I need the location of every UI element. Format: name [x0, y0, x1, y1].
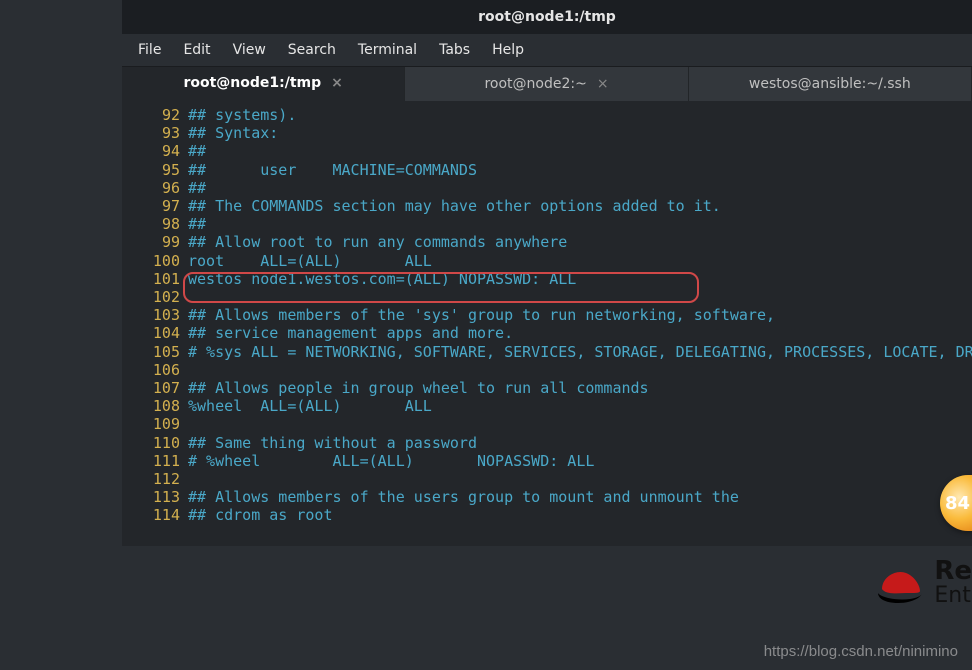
editor-line: 97## The COMMANDS section may have other… — [122, 197, 972, 215]
menu-edit[interactable]: Edit — [173, 38, 220, 62]
editor-line: 98## — [122, 215, 972, 233]
line-number: 92 — [122, 106, 188, 124]
logo-line2: Ent — [934, 584, 972, 608]
line-number: 104 — [122, 324, 188, 342]
close-icon[interactable]: × — [331, 75, 343, 91]
line-number: 95 — [122, 161, 188, 179]
editor-line: 92## systems). — [122, 106, 972, 124]
menu-tabs[interactable]: Tabs — [429, 38, 480, 62]
editor-line: 113## Allows members of the users group … — [122, 488, 972, 506]
editor-line: 96## — [122, 179, 972, 197]
line-number: 94 — [122, 142, 188, 160]
editor-line: 114## cdrom as root — [122, 506, 972, 524]
line-number: 114 — [122, 506, 188, 524]
editor-line: 111# %wheel ALL=(ALL) NOPASSWD: ALL — [122, 452, 972, 470]
editor-line: 93## Syntax: — [122, 124, 972, 142]
line-content: ## Allows members of the 'sys' group to … — [188, 306, 775, 324]
line-content: westos node1.westos.com=(ALL) NOPASSWD: … — [188, 270, 576, 288]
editor-line: 107## Allows people in group wheel to ru… — [122, 379, 972, 397]
line-content: ## user MACHINE=COMMANDS — [188, 161, 477, 179]
line-content: ## Allows people in group wheel to run a… — [188, 379, 649, 397]
line-content: ## Same thing without a password — [188, 434, 477, 452]
tab-ansible[interactable]: westos@ansible:~/.ssh — [689, 67, 972, 101]
line-content: ## The COMMANDS section may have other o… — [188, 197, 721, 215]
line-content: ## — [188, 142, 206, 160]
editor-line: 102 — [122, 288, 972, 306]
line-number: 101 — [122, 270, 188, 288]
terminal-window: root@node1:/tmp File Edit View Search Te… — [122, 0, 972, 546]
line-content: ## Allows members of the users group to … — [188, 488, 739, 506]
line-number: 103 — [122, 306, 188, 324]
line-number: 105 — [122, 343, 188, 361]
tab-label: westos@ansible:~/.ssh — [749, 76, 911, 92]
line-number: 110 — [122, 434, 188, 452]
menu-file[interactable]: File — [128, 38, 171, 62]
editor-line: 100root ALL=(ALL) ALL — [122, 252, 972, 270]
line-number: 112 — [122, 470, 188, 488]
menu-search[interactable]: Search — [278, 38, 346, 62]
line-content: ## — [188, 179, 206, 197]
line-content: ## cdrom as root — [188, 506, 333, 524]
line-number: 98 — [122, 215, 188, 233]
redhat-logo: Re Ent — [876, 558, 972, 608]
line-number: 106 — [122, 361, 188, 379]
editor-line: 108%wheel ALL=(ALL) ALL — [122, 397, 972, 415]
editor-line: 112 — [122, 470, 972, 488]
editor-line: 103## Allows members of the 'sys' group … — [122, 306, 972, 324]
logo-line1: Re — [934, 558, 972, 584]
line-content: root ALL=(ALL) ALL — [188, 252, 432, 270]
line-content: # %wheel ALL=(ALL) NOPASSWD: ALL — [188, 452, 594, 470]
menu-help[interactable]: Help — [482, 38, 534, 62]
editor-line: 104## service management apps and more. — [122, 324, 972, 342]
line-number: 100 — [122, 252, 188, 270]
editor-line: 110## Same thing without a password — [122, 434, 972, 452]
watermark: https://blog.csdn.net/ninimino — [764, 643, 958, 660]
line-content: # %sys ALL = NETWORKING, SOFTWARE, SERVI… — [188, 343, 972, 361]
editor-line: 94## — [122, 142, 972, 160]
hat-icon — [876, 563, 922, 603]
editor-area[interactable]: 92## systems).93## Syntax:94##95## user … — [122, 101, 972, 546]
line-content: %wheel ALL=(ALL) ALL — [188, 397, 432, 415]
line-number: 107 — [122, 379, 188, 397]
line-number: 99 — [122, 233, 188, 251]
line-content: ## — [188, 215, 206, 233]
tab-label: root@node2:~ — [484, 76, 586, 92]
line-content: ## Allow root to run any commands anywhe… — [188, 233, 567, 251]
menu-view[interactable]: View — [223, 38, 276, 62]
window-titlebar: root@node1:/tmp — [122, 0, 972, 34]
line-number: 109 — [122, 415, 188, 433]
line-content: ## service management apps and more. — [188, 324, 513, 342]
line-number: 113 — [122, 488, 188, 506]
menubar: File Edit View Search Terminal Tabs Help — [122, 34, 972, 66]
tab-node1[interactable]: root@node1:/tmp × — [122, 67, 405, 101]
editor-line: 109 — [122, 415, 972, 433]
tab-label: root@node1:/tmp — [183, 75, 321, 91]
line-number: 111 — [122, 452, 188, 470]
line-content: ## Syntax: — [188, 124, 278, 142]
menu-terminal[interactable]: Terminal — [348, 38, 427, 62]
editor-line: 95## user MACHINE=COMMANDS — [122, 161, 972, 179]
line-number: 96 — [122, 179, 188, 197]
logo-text: Re Ent — [934, 558, 972, 608]
tab-node2[interactable]: root@node2:~ × — [405, 67, 688, 101]
editor-line: 105# %sys ALL = NETWORKING, SOFTWARE, SE… — [122, 343, 972, 361]
window-title: root@node1:/tmp — [478, 9, 616, 25]
line-number: 93 — [122, 124, 188, 142]
close-icon[interactable]: × — [597, 76, 609, 92]
editor-line: 101westos node1.westos.com=(ALL) NOPASSW… — [122, 270, 972, 288]
editor-line: 99## Allow root to run any commands anyw… — [122, 233, 972, 251]
editor-line: 106 — [122, 361, 972, 379]
line-number: 108 — [122, 397, 188, 415]
line-number: 97 — [122, 197, 188, 215]
line-content: ## systems). — [188, 106, 296, 124]
badge-value: 84 — [945, 493, 970, 514]
line-number: 102 — [122, 288, 188, 306]
tabbar: root@node1:/tmp × root@node2:~ × westos@… — [122, 66, 972, 101]
